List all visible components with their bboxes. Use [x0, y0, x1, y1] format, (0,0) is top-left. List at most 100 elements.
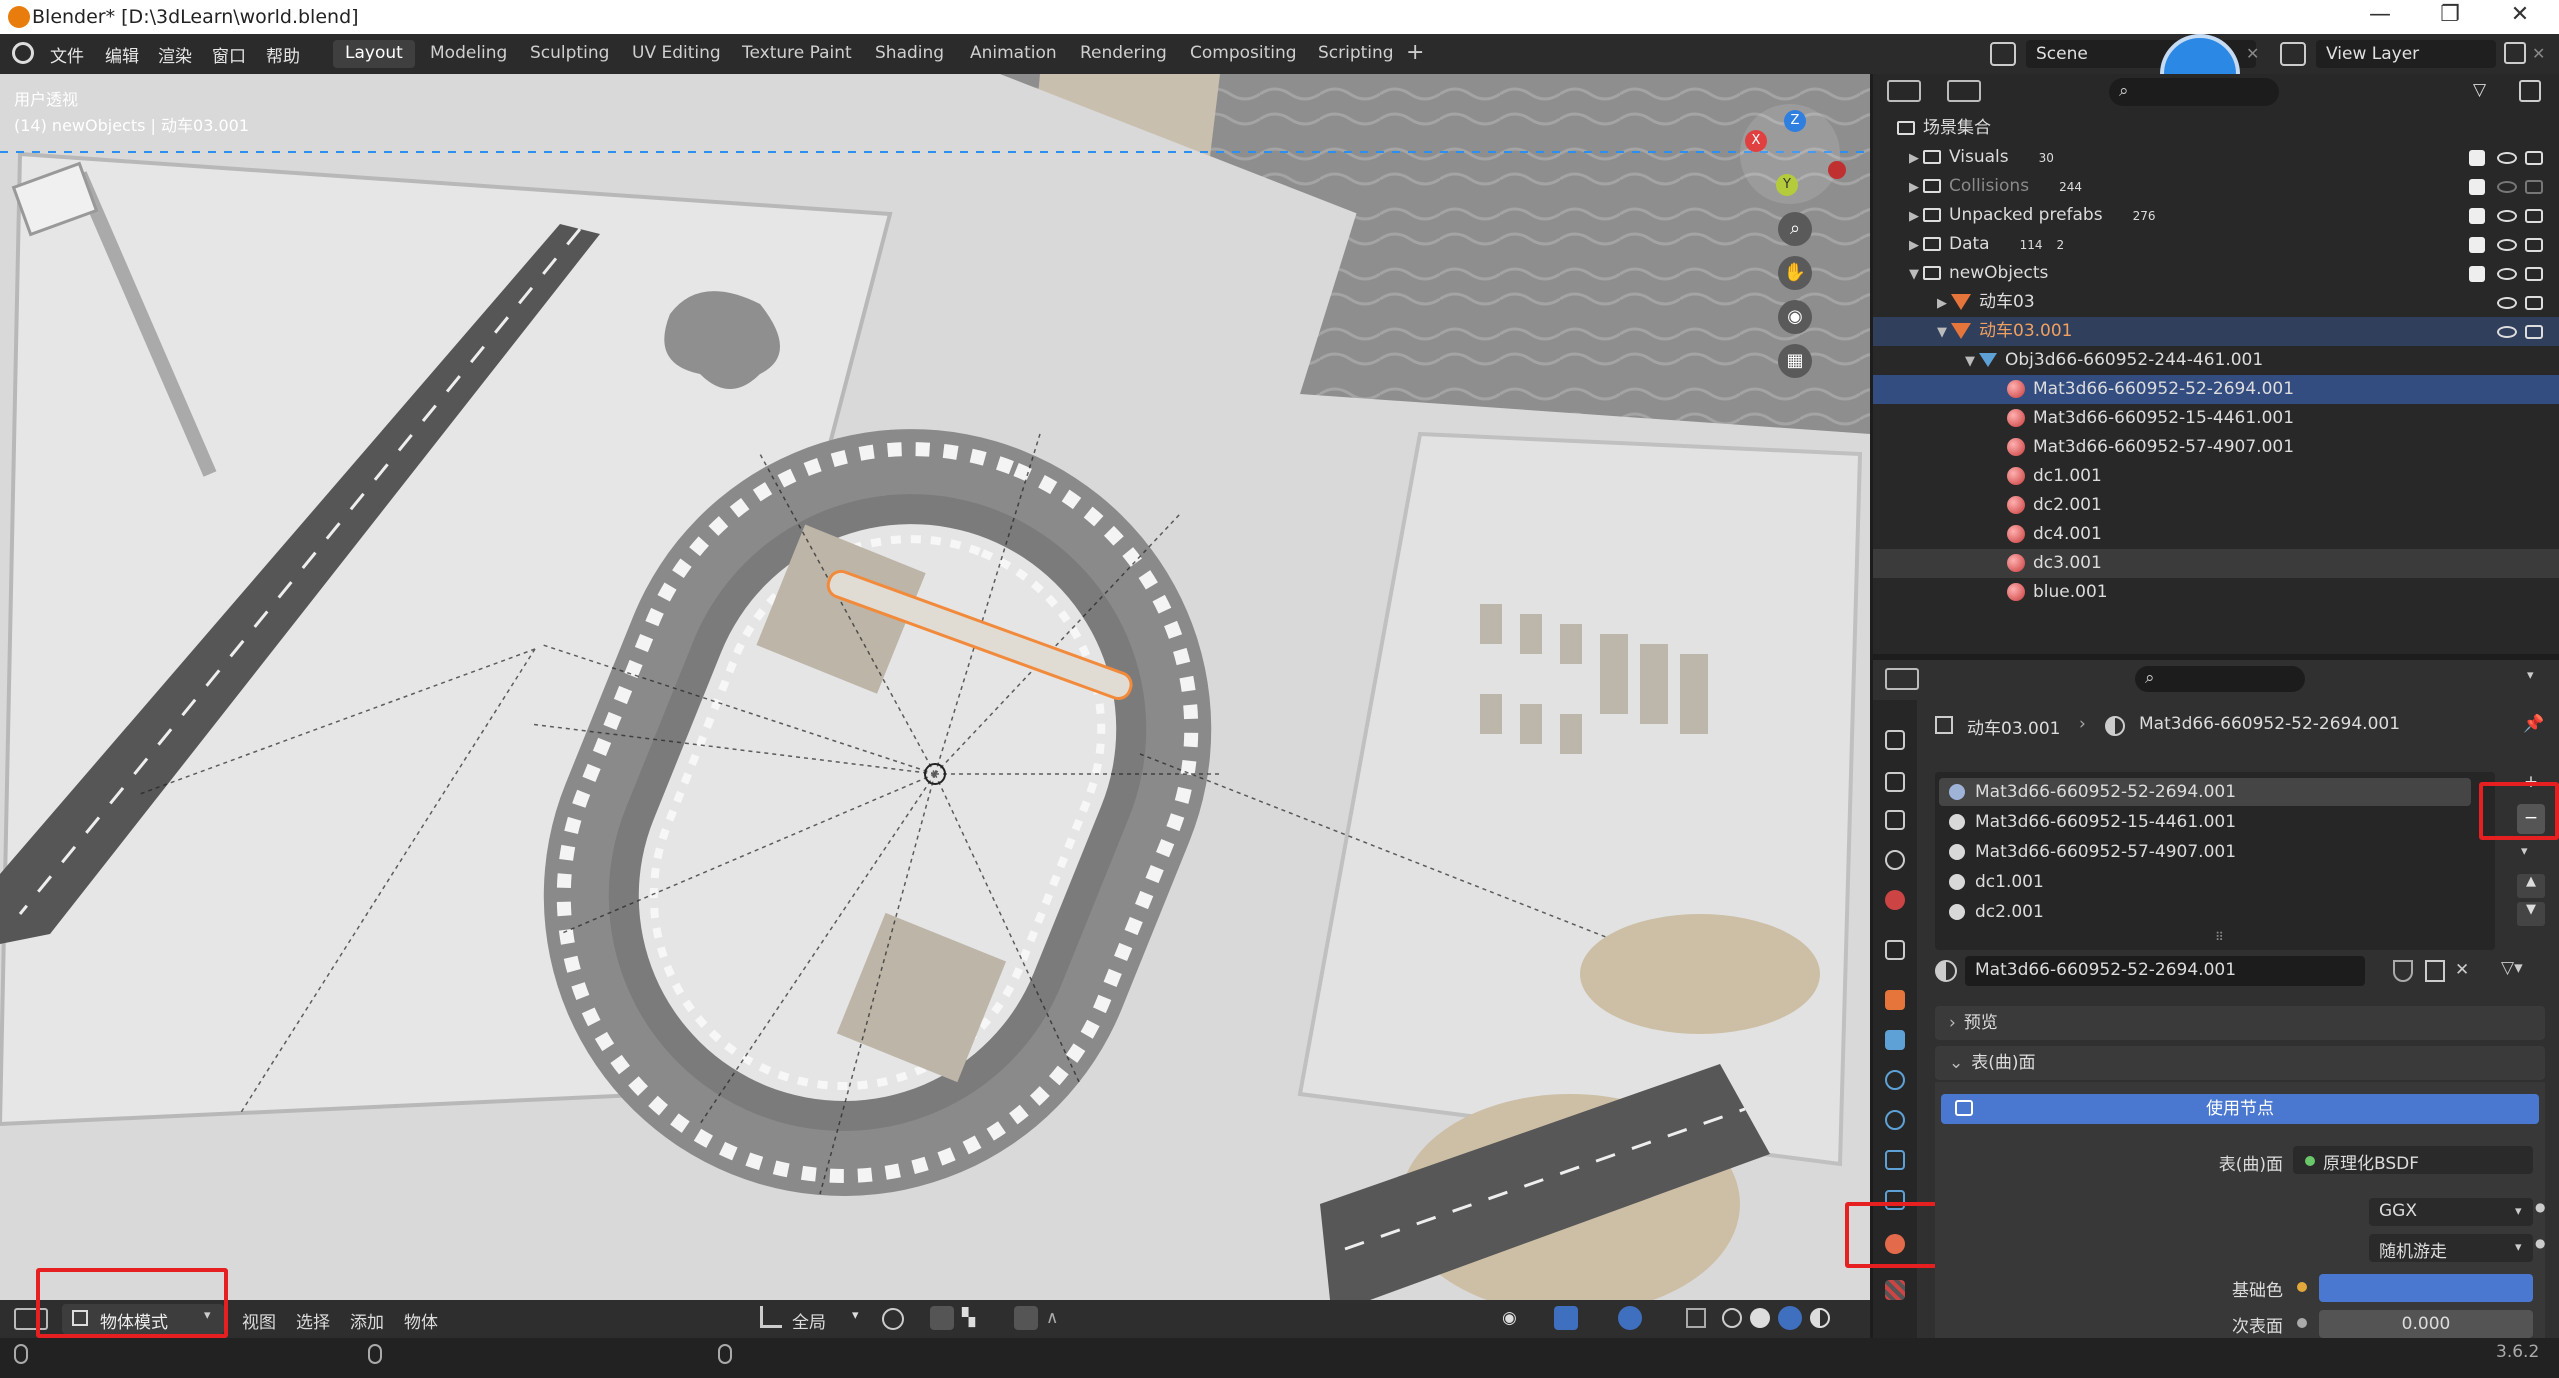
outliner-item[interactable]: blue.001	[1873, 578, 2559, 607]
menu-object[interactable]: 物体	[404, 1308, 438, 1333]
subsurface-method-select[interactable]: 随机游走	[2369, 1234, 2533, 1262]
exclude-checkbox[interactable]	[2469, 266, 2485, 282]
modifier-tab-icon[interactable]	[1885, 1030, 1905, 1050]
3d-viewport[interactable]: 用户透视 (14) newObjects | 动车03.001 X Z Y ⌕ …	[0, 74, 1870, 1300]
surface-panel-header[interactable]: ⌄ 表(曲)面	[1935, 1046, 2545, 1080]
outliner-item[interactable]: dc2.001	[1873, 491, 2559, 520]
view-layer-tab-icon[interactable]	[1885, 850, 1905, 870]
transform-orientation-icon[interactable]	[760, 1306, 782, 1328]
ortho-grid-icon[interactable]: ▦	[1778, 344, 1812, 378]
filter-icon[interactable]: ▽	[2473, 80, 2486, 100]
outliner-item[interactable]: ▶ Visuals 30	[1873, 143, 2559, 172]
overlay-toggle-icon[interactable]	[1618, 1306, 1642, 1330]
exclude-checkbox[interactable]	[2469, 237, 2485, 253]
tab-uv-editing[interactable]: UV Editing	[620, 40, 733, 68]
slot-specials-icon[interactable]: ▾	[2521, 844, 2528, 859]
properties-editor[interactable]: ⌕ ▾ 动车03.001 › Mat3d66-660952-52-2694.00…	[1845, 660, 2559, 1340]
axis-y-icon[interactable]: Y	[1776, 174, 1798, 196]
expand-right-icon[interactable]: ▶	[1937, 289, 1951, 318]
visibility-eye-icon[interactable]	[2497, 239, 2517, 251]
unlink-material-icon[interactable]: ✕	[2455, 960, 2469, 980]
visibility-eye-icon[interactable]	[2497, 181, 2517, 193]
object-tab-icon[interactable]	[1885, 990, 1905, 1010]
display-mode-icon[interactable]	[1947, 80, 1981, 102]
add-workspace-icon[interactable]: +	[1406, 40, 1424, 65]
outliner-item[interactable]: Mat3d66-660952-52-2694.001	[1873, 375, 2559, 404]
tab-shading[interactable]: Shading	[863, 40, 956, 68]
outliner-item[interactable]: dc4.001	[1873, 520, 2559, 549]
menu-add[interactable]: 添加	[350, 1308, 384, 1333]
texture-tab-icon[interactable]	[1885, 1280, 1905, 1300]
shading-rendered-icon[interactable]	[1810, 1308, 1830, 1328]
render-tab-icon[interactable]	[1885, 772, 1905, 792]
material-slot[interactable]: dc2.001	[1939, 898, 2471, 926]
material-slot[interactable]: dc1.001	[1939, 868, 2471, 896]
snap-icon[interactable]	[930, 1306, 954, 1330]
menu-window[interactable]: 窗口	[212, 42, 246, 67]
base-color-swatch[interactable]	[2319, 1274, 2533, 1302]
expand-down-icon[interactable]: ▼	[1937, 318, 1951, 347]
outliner-editor-icon[interactable]	[1887, 80, 1921, 102]
axis-x-icon[interactable]: X	[1745, 130, 1767, 152]
scene-close-icon[interactable]: ✕	[2246, 44, 2259, 63]
move-slot-up-button[interactable]: ▲	[2517, 874, 2545, 898]
shading-wireframe-icon[interactable]	[1722, 1308, 1742, 1328]
tool-tab-icon[interactable]	[1885, 730, 1905, 750]
gizmo-toggle-icon[interactable]	[1554, 1306, 1578, 1330]
pivot-point-icon[interactable]	[882, 1308, 904, 1330]
particles-tab-icon[interactable]	[1885, 1070, 1905, 1090]
tab-scripting[interactable]: Scripting	[1306, 40, 1406, 68]
expand-down-icon[interactable]: ▼	[1909, 260, 1923, 289]
constraints-tab-icon[interactable]	[1885, 1150, 1905, 1170]
scene-tab-icon[interactable]	[1885, 890, 1905, 910]
falloff-icon[interactable]: ∧	[1046, 1308, 1058, 1328]
output-tab-icon[interactable]	[1885, 810, 1905, 830]
browse-material-icon[interactable]	[1935, 960, 1957, 982]
navigation-gizmo[interactable]: X Z Y	[1740, 104, 1860, 224]
expand-right-icon[interactable]: ▶	[1909, 144, 1923, 173]
outliner-item[interactable]: Mat3d66-660952-57-4907.001	[1873, 433, 2559, 462]
menu-help[interactable]: 帮助	[266, 42, 300, 67]
outliner-item[interactable]: dc3.001	[1873, 549, 2559, 578]
camera-view-icon[interactable]: ◉	[1778, 300, 1812, 334]
outliner-scene-collection[interactable]: 场景集合	[1873, 114, 2559, 143]
use-nodes-button[interactable]: 使用节点	[1941, 1094, 2539, 1124]
view-layer-close-icon[interactable]: ✕	[2532, 44, 2545, 63]
pan-hand-icon[interactable]: ✋	[1778, 256, 1812, 290]
axis-neg-x-icon[interactable]	[1828, 161, 1846, 179]
outliner-search-input[interactable]: ⌕	[2109, 78, 2279, 106]
scene-icon[interactable]	[1990, 42, 2016, 66]
menu-edit[interactable]: 编辑	[105, 42, 139, 67]
visibility-icon[interactable]: ◉	[1502, 1308, 1517, 1328]
material-slot[interactable]: Mat3d66-660952-52-2694.001	[1939, 778, 2471, 806]
snap-target-icon[interactable]: ▚	[962, 1308, 975, 1328]
visibility-eye-icon[interactable]	[2497, 210, 2517, 222]
visibility-eye-icon[interactable]	[2497, 326, 2517, 338]
duplicate-material-icon[interactable]	[2425, 960, 2445, 982]
minimize-button[interactable]: —	[2350, 2, 2410, 32]
surface-shader-field[interactable]: 原理化BSDF	[2293, 1146, 2533, 1174]
material-slot[interactable]: Mat3d66-660952-15-4461.001	[1939, 808, 2471, 836]
properties-search-input[interactable]: ⌕	[2135, 666, 2305, 692]
render-camera-icon[interactable]	[2525, 325, 2543, 339]
close-button[interactable]: ✕	[2490, 2, 2550, 32]
tab-texture-paint[interactable]: Texture Paint	[730, 40, 864, 68]
tab-rendering[interactable]: Rendering	[1068, 40, 1179, 68]
expand-right-icon[interactable]: ▶	[1909, 231, 1923, 260]
expand-right-icon[interactable]: ▶	[1909, 202, 1923, 231]
view-layer-icon[interactable]	[2280, 42, 2306, 66]
expand-down-icon[interactable]: ▼	[1965, 347, 1979, 376]
properties-editor-icon[interactable]	[1885, 668, 1919, 690]
visibility-eye-icon[interactable]	[2497, 152, 2517, 164]
render-camera-icon[interactable]	[2525, 180, 2543, 194]
outliner-item[interactable]: ▶ Data 114 2	[1873, 230, 2559, 259]
chevron-down-icon[interactable]: ▾	[852, 1308, 859, 1323]
new-view-layer-icon[interactable]	[2504, 42, 2526, 64]
distribution-select[interactable]: GGX	[2369, 1198, 2533, 1226]
outliner-item[interactable]: ▼ Obj3d66-660952-244-461.001	[1873, 346, 2559, 375]
tab-layout[interactable]: Layout	[333, 40, 415, 68]
exclude-checkbox[interactable]	[2469, 179, 2485, 195]
pin-icon[interactable]: 📌	[2523, 714, 2544, 734]
outliner-item[interactable]: ▶ Collisions 244	[1873, 172, 2559, 201]
physics-tab-icon[interactable]	[1885, 1110, 1905, 1130]
